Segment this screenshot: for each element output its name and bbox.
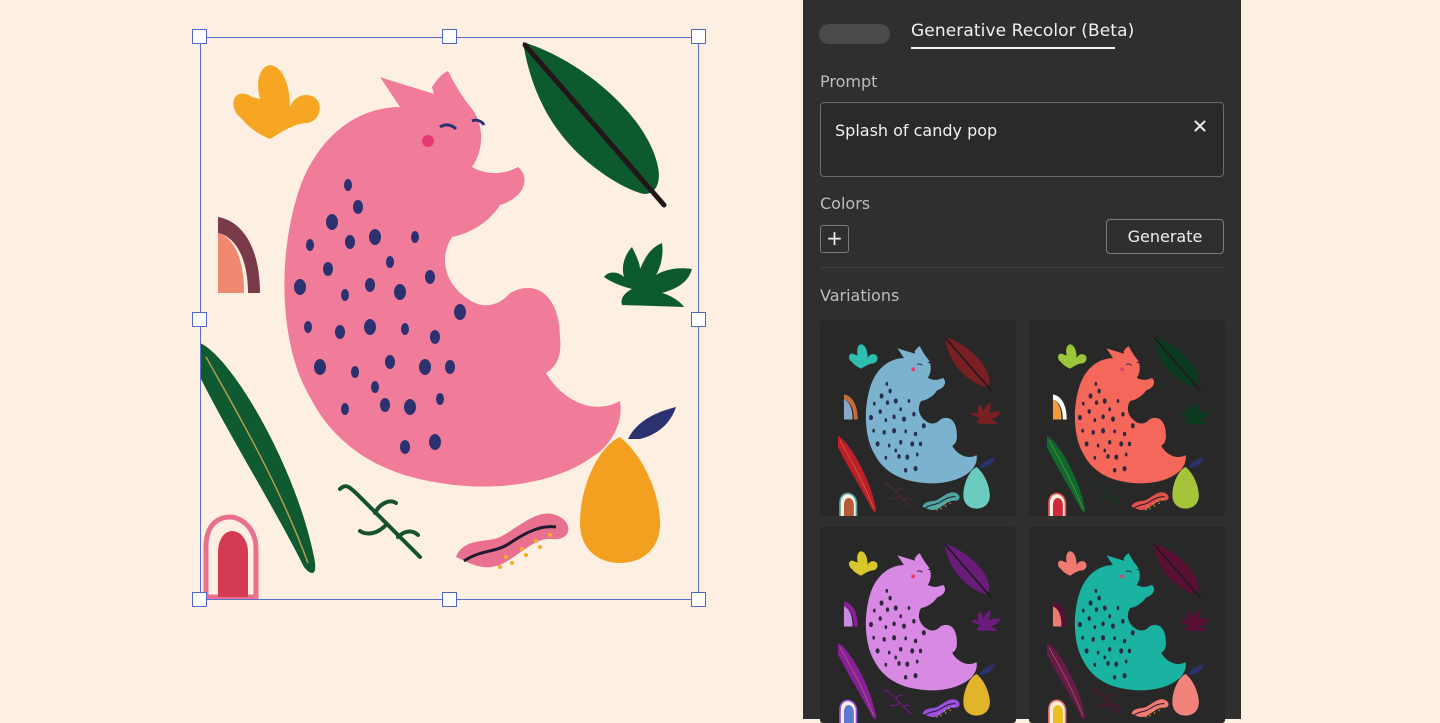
tab-placeholder-pill[interactable] [819, 24, 890, 44]
close-icon[interactable] [1191, 117, 1209, 135]
generative-recolor-panel: Generative Recolor (Beta) Prompt Splash … [803, 0, 1241, 723]
prompt-input[interactable]: Splash of candy pop [820, 102, 1224, 177]
section-divider [820, 267, 1224, 268]
variation-thumbnail-4[interactable] [1029, 527, 1225, 723]
resize-handle-top-left[interactable] [192, 29, 207, 44]
resize-handle-bottom-center[interactable] [442, 592, 457, 607]
variation-artwork [838, 543, 1001, 723]
variation-artwork [1047, 336, 1210, 516]
variation-artwork [838, 336, 1001, 516]
canvas-background-right [1241, 0, 1440, 719]
generate-button[interactable]: Generate [1106, 219, 1224, 254]
add-color-button[interactable]: + [820, 225, 849, 253]
variation-thumbnail-3[interactable] [820, 527, 1016, 723]
variation-thumbnail-1[interactable] [820, 320, 1016, 516]
resize-handle-bottom-right[interactable] [691, 592, 706, 607]
prompt-label: Prompt [820, 72, 878, 91]
resize-handle-top-center[interactable] [442, 29, 457, 44]
resize-handle-top-right[interactable] [691, 29, 706, 44]
variation-thumbnail-2[interactable] [1029, 320, 1225, 516]
variation-artwork [1047, 543, 1210, 723]
selection-bounding-box[interactable] [200, 37, 699, 600]
active-tab-indicator [911, 47, 1115, 49]
prompt-input-value[interactable]: Splash of candy pop [835, 121, 997, 140]
resize-handle-bottom-left[interactable] [192, 592, 207, 607]
artboard-canvas[interactable] [0, 0, 800, 719]
colors-label: Colors [820, 194, 871, 213]
tab-generative-recolor[interactable]: Generative Recolor (Beta) [911, 21, 1134, 41]
resize-handle-middle-left[interactable] [192, 312, 207, 327]
resize-handle-middle-right[interactable] [691, 312, 706, 327]
variations-label: Variations [820, 286, 900, 305]
